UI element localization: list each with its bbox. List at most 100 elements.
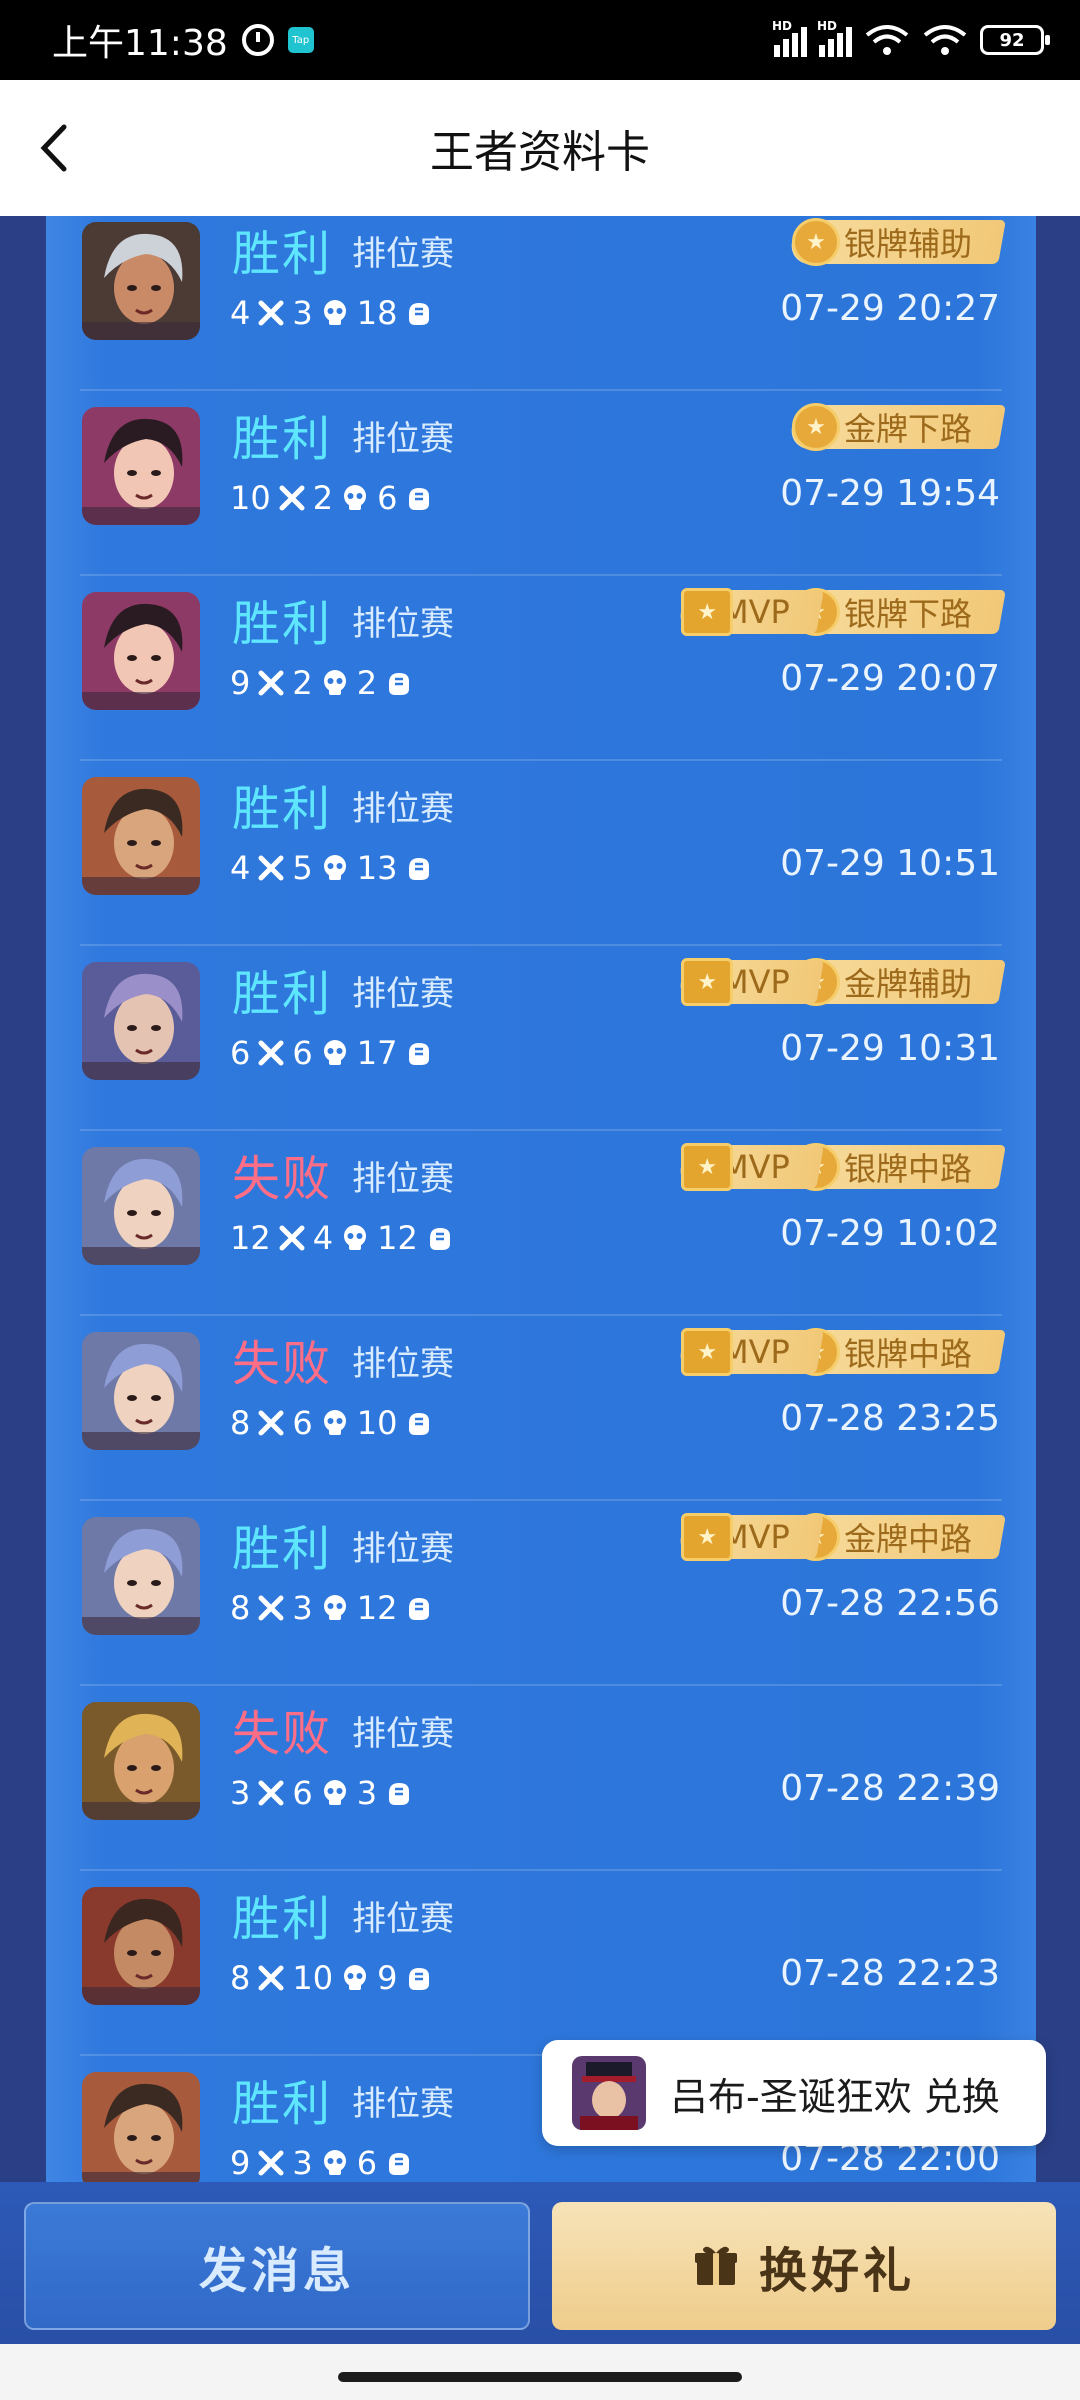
tap-app-icon: Tap [287, 27, 314, 53]
back-button[interactable] [24, 118, 84, 178]
mvp-crown-icon: ★ [681, 588, 734, 636]
toast-text: 吕布-圣诞狂欢 兑换 [670, 2074, 1000, 2119]
mvp-crown-icon: ★ [681, 1513, 734, 1561]
match-result: 胜利 [232, 1521, 333, 1577]
match-mode: 排位赛 [352, 234, 454, 274]
match-mode: 排位赛 [352, 1344, 454, 1384]
position-medal-badge: 金牌中路★ [788, 1513, 1006, 1561]
deaths-count: 3 [292, 2144, 313, 2182]
match-result: 失败 [232, 1151, 333, 1207]
kda-stats: 4 3 18 [230, 294, 433, 332]
match-row[interactable]: 失败排位赛861007-28 23:25银牌中路★MVP★ [46, 1316, 1036, 1501]
hero-avatar [82, 222, 200, 340]
send-message-label: 发消息 [198, 2243, 355, 2299]
hero-avatar [82, 2072, 200, 2182]
deaths-icon [341, 1964, 369, 1992]
medal-label: 银牌下路 [843, 595, 972, 633]
kills-count: 12 [230, 1219, 271, 1257]
deaths-count: 5 [292, 849, 313, 887]
assists-count: 10 [356, 1404, 398, 1442]
kda-stats: 8 10 9 [230, 1959, 433, 1997]
kda-stats: 4 5 13 [230, 849, 433, 887]
status-time: 上午11:38 [52, 23, 228, 64]
assists-count: 6 [356, 2144, 378, 2182]
status-right: HD HD 92 [772, 19, 1050, 57]
match-result: 胜利 [232, 966, 333, 1022]
match-history-list[interactable]: 胜利 排位赛 4 3 18 07-29 20:27 银牌辅助 ★ 胜利 排位赛 10 2 6 07-29 … [46, 216, 1036, 2182]
kda-stats: 9 3 6 [230, 2144, 413, 2182]
match-time: 07-29 20:07 [780, 658, 1000, 699]
match-result: 胜利 [232, 226, 333, 282]
kills-icon [258, 1595, 284, 1621]
mvp-badge: MVP ★ [677, 588, 824, 636]
match-row[interactable]: 胜利排位赛661707-29 10:31金牌辅助★MVP★ [46, 946, 1036, 1131]
deaths-count: 3 [292, 294, 313, 332]
match-row[interactable]: 胜利排位赛92207-29 20:07银牌下路★MVP★ [46, 576, 1036, 761]
deaths-count: 10 [292, 1959, 334, 1997]
redeem-gift-button[interactable]: 换好礼 [552, 2202, 1056, 2330]
kills-count: 3 [230, 1774, 251, 1812]
match-mode: 排位赛 [352, 419, 454, 459]
hero-avatar [82, 1887, 200, 2005]
hero-avatar [82, 407, 200, 525]
hero-avatar [82, 1147, 200, 1265]
match-result: 胜利 [232, 2076, 333, 2132]
position-medal-badge: 金牌辅助★ [788, 958, 1006, 1006]
exchange-toast[interactable]: 吕布-圣诞狂欢 兑换 [542, 2040, 1046, 2146]
deaths-icon [321, 1409, 349, 1437]
match-row[interactable]: 胜利 排位赛 4 5 13 07-29 10:51 [46, 761, 1036, 946]
match-result: 胜利 [232, 781, 333, 837]
kda-stats: 8 3 12 [230, 1589, 433, 1627]
match-result: 胜利 [232, 411, 333, 467]
assists-count: 13 [356, 849, 398, 887]
alarm-icon [241, 24, 274, 56]
deaths-icon [321, 854, 349, 882]
medal-label: 金牌中路 [843, 1520, 972, 1558]
match-row[interactable]: 失败 排位赛 3 6 3 07-28 22:39 [46, 1686, 1036, 1871]
app-header: 王者资料卡 [0, 80, 1080, 216]
signal-icon-2: HD [817, 19, 852, 57]
match-row[interactable]: 胜利 排位赛 10 2 6 07-29 19:54 金牌下路 ★ [46, 391, 1036, 576]
medal-icon: ★ [791, 403, 840, 451]
medal-label: 金牌下路 [843, 410, 972, 448]
match-mode: 排位赛 [352, 2084, 454, 2124]
send-message-button[interactable]: 发消息 [24, 2202, 530, 2330]
match-result: 失败 [232, 1336, 333, 1392]
deaths-icon [321, 1039, 349, 1067]
kills-icon [258, 1410, 284, 1436]
match-time: 07-28 23:25 [780, 1398, 1000, 1439]
kills-count: 8 [230, 1959, 251, 1997]
medal-label: 银牌中路 [843, 1150, 972, 1188]
kda-stats: 6 6 17 [230, 1034, 433, 1072]
medal-label: 金牌辅助 [843, 965, 972, 1003]
kills-icon [279, 1225, 305, 1251]
deaths-count: 2 [292, 664, 313, 702]
bottom-action-bar: 发消息 换好礼 [0, 2182, 1080, 2344]
match-row[interactable]: 胜利排位赛831207-28 22:56金牌中路★MVP★ [46, 1501, 1036, 1686]
match-row[interactable]: 胜利 排位赛 8 10 9 07-28 22:23 [46, 1871, 1036, 2056]
match-row[interactable]: 胜利 排位赛 4 3 18 07-29 20:27 银牌辅助 ★ [46, 216, 1036, 391]
deaths-icon [321, 299, 349, 327]
mvp-crown-icon: ★ [681, 1143, 734, 1191]
match-row[interactable]: 失败排位赛1241207-29 10:02银牌中路★MVP★ [46, 1131, 1036, 1316]
deaths-count: 4 [312, 1219, 334, 1257]
home-indicator[interactable] [338, 2372, 742, 2382]
status-bar: 上午11:38 Tap HD HD 92 [0, 0, 1080, 80]
mvp-crown-icon: ★ [681, 958, 734, 1006]
match-time: 07-29 10:51 [780, 843, 1000, 884]
match-result: 失败 [232, 1706, 333, 1762]
deaths-icon [321, 2149, 349, 2177]
assists-count: 3 [356, 1774, 378, 1812]
kills-icon [258, 300, 284, 326]
match-mode: 排位赛 [352, 789, 454, 829]
match-time: 07-29 20:27 [780, 288, 1000, 329]
assists-count: 9 [377, 1959, 398, 1997]
match-time: 07-29 19:54 [780, 473, 1000, 514]
kills-count: 10 [230, 479, 271, 517]
deaths-icon [341, 484, 369, 512]
assists-icon [405, 1594, 433, 1622]
kills-count: 8 [230, 1589, 251, 1627]
mvp-badge: MVP ★ [677, 1143, 824, 1191]
kills-icon [279, 485, 305, 511]
kda-stats: 3 6 3 [230, 1774, 413, 1812]
